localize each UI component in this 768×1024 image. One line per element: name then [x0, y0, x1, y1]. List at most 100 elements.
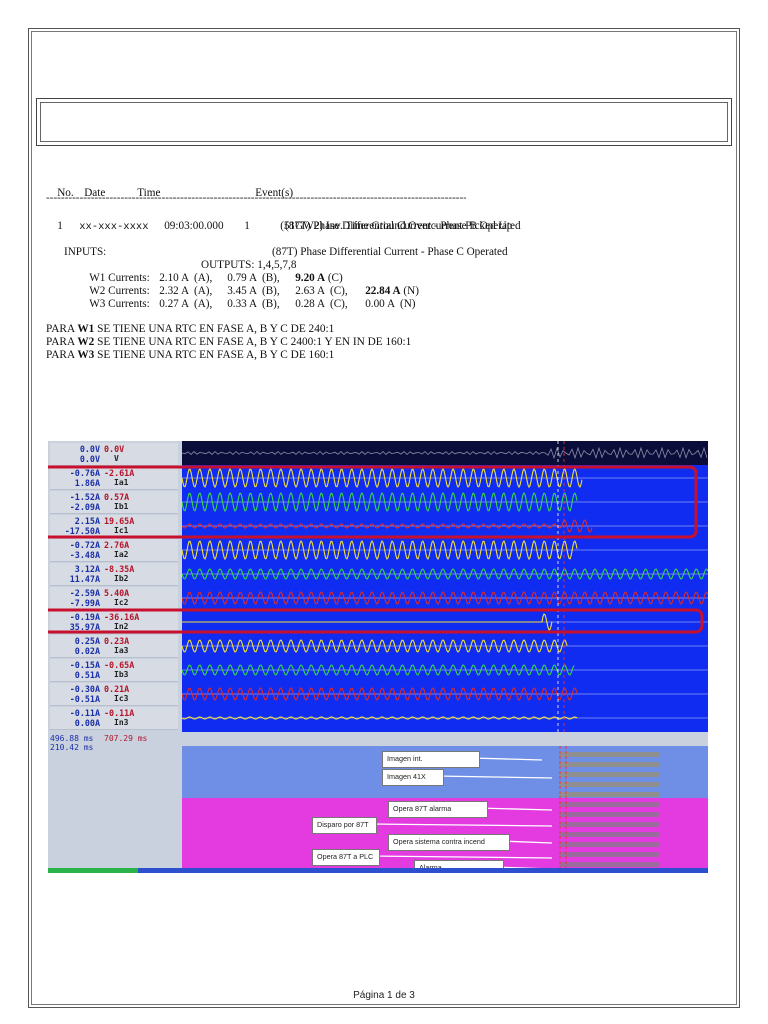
w2-neutral-tag: (N): [400, 285, 419, 297]
channel-value-1: -1.52A: [69, 492, 100, 502]
callout-imagen-int: Imagen int.: [382, 751, 480, 768]
event-number: 1: [57, 220, 63, 232]
channel-value-3: -17.50A: [64, 526, 100, 536]
channel-label: -0.76A -2.61A 1.86A Ia1: [50, 467, 178, 490]
channel-value-1: 3.12A: [74, 564, 100, 574]
channel-label: -0.11A -0.11A 0.00A In3: [50, 707, 178, 730]
channel-value-2: 0.23A: [104, 636, 130, 646]
w1-phase-b: 0.79 A (B),: [227, 272, 280, 284]
callout-disparo-87t: Disparo por 87T: [312, 817, 377, 834]
w3-phase-a: 0.27 A (A),: [159, 298, 213, 310]
event-line-3-row: INPUTS: (87T) Phase Differential Current …: [46, 233, 706, 258]
w1-currents-row: W1 Currents: 2.10 A (A), 0.79 A (B), 9.20 A…: [46, 259, 706, 284]
digital-bit-bar: [560, 812, 660, 817]
cursor-time-2: 707.29 ms: [104, 734, 148, 743]
channel-label: -0.19A -36.16A 35.97A In2: [50, 611, 178, 634]
report-header-row: No. Date Time Event(s): [46, 174, 706, 199]
digital-bit-bar: [560, 862, 660, 867]
digital-bit-bar: [560, 822, 660, 827]
channel-tag: Ia2: [114, 550, 129, 559]
w1-phase-c: 9.20 A: [295, 272, 326, 284]
w2-phase-b: 3.45 A (B),: [227, 285, 280, 297]
w2-phase-c: 2.63 A (C),: [295, 285, 348, 297]
channel-label: -2.59A 5.40A -7.99A Ic2: [50, 587, 178, 610]
channel-value-3: -3.48A: [69, 550, 100, 560]
channel-tag: In3: [114, 718, 129, 727]
w2-phase-a: 2.32 A (A),: [159, 285, 213, 297]
channel-tag: Ia1: [114, 478, 129, 487]
digital-bit-bar: [560, 802, 660, 807]
channel-tag: Ic1: [114, 526, 129, 535]
channel-value-3: 0.51A: [74, 670, 100, 680]
channel-waveform: [182, 613, 553, 631]
channel-value-2: 5.40A: [104, 588, 130, 598]
channel-value-2: -2.61A: [104, 468, 135, 478]
digital-bit-bar: [560, 852, 660, 857]
channel-tag: Ic3: [114, 694, 129, 703]
channel-label: 3.12A -8.35A 11.47A Ib2: [50, 563, 178, 586]
channel-tag: In2: [114, 622, 129, 631]
event-report: No. Date Time Event(s) --------------------…: [46, 174, 706, 310]
channel-tag: Ic2: [114, 598, 129, 607]
callout-arrow: [477, 807, 553, 811]
channel-tag: Ia3: [114, 646, 129, 655]
channel-label: 0.25A 0.23A 0.02A Ia3: [50, 635, 178, 658]
channel-value-3: 0.0V: [79, 454, 100, 464]
channel-value-2: 19.65A: [104, 516, 135, 526]
channel-label: -0.72A 2.76A -3.48A Ia2: [50, 539, 178, 562]
event-index: 1: [244, 220, 250, 232]
title-box-inner: [40, 102, 728, 142]
callout-opera-sistema: Opera sistema contra incend: [388, 834, 510, 851]
channel-value-3: 35.97A: [69, 622, 100, 632]
event-time: 09:03:00.000: [164, 220, 224, 232]
channel-label: -0.30A 0.21A -0.51A Ic3: [50, 683, 178, 706]
w2-neutral: 22.84 A: [365, 285, 401, 297]
channel-value-3: 11.47A: [69, 574, 100, 584]
channel-label: -1.52A 0.57A -2.09A Ib1: [50, 491, 178, 514]
channel-label: 0.0V 0.0V 0.0V V: [50, 443, 178, 466]
channel-value-2: 0.57A: [104, 492, 130, 502]
channel-value-3: -2.09A: [69, 502, 100, 512]
channel-value-1: 2.15A: [74, 516, 100, 526]
oscillography-screenshot: 0.0V 0.0V 0.0V V -0.76A -2.61A 1.86A Ia1 -1.52A 0…: [48, 441, 708, 873]
w1-label: W1 Currents:: [89, 272, 150, 284]
channel-value-2: 0.0V: [104, 444, 125, 454]
w1-phase-a: 2.10 A (A),: [159, 272, 213, 284]
event-row: 1 xx-xxx-xxxx 09:03:00.000 1 (51GW2) Inv. Ti…: [46, 207, 706, 233]
digital-bit-bar: [560, 842, 660, 847]
channel-value-2: -0.65A: [104, 660, 135, 670]
callout-opera-87t-plc: Opera 87T a PLC: [312, 849, 380, 866]
note-w2: PARA W2 SE TIENE UNA RTC EN FASE A, B Y …: [46, 336, 412, 348]
w1-phase-c-tag: (C): [325, 272, 343, 284]
channel-value-1: 0.0V: [79, 444, 100, 454]
channel-value-1: -0.72A: [69, 540, 100, 550]
channel-value-2: -0.11A: [104, 708, 135, 718]
channel-value-2: 0.21A: [104, 684, 130, 694]
channel-value-2: -36.16A: [104, 612, 140, 622]
note-w3: PARA W3 SE TIENE UNA RTC EN FASE A, B Y …: [46, 349, 335, 361]
w3-phase-c: 0.28 A (C),: [295, 298, 348, 310]
channel-value-3: 0.02A: [74, 646, 100, 656]
w3-neutral: 0.00 A: [365, 298, 395, 310]
cursor-times: 496.88 ms 707.29 ms 210.42 ms: [48, 733, 182, 873]
digital-bit-bar: [560, 832, 660, 837]
callout-imagen-41x: Imagen 41X: [382, 769, 444, 786]
channel-value-1: -0.30A: [69, 684, 100, 694]
callout-arrow: [435, 775, 553, 779]
waveform-area: [182, 441, 708, 732]
channel-tag: Ib2: [114, 574, 129, 583]
io-row: OUTPUTS: 1,4,5,7,8: [46, 246, 706, 271]
digital-bit-bar: [560, 792, 660, 797]
w3-label: W3 Currents:: [89, 298, 150, 310]
channel-value-1: -0.11A: [69, 708, 100, 718]
w2-label: W2 Currents:: [89, 285, 150, 297]
callout-opera-87t-alarma: Opera 87T alarma: [388, 801, 488, 818]
callout-arrow: [471, 757, 543, 761]
channel-value-2: 2.76A: [104, 540, 130, 550]
taskbar-strip: [48, 868, 708, 873]
cursor-time-1: 496.88 ms: [50, 734, 94, 743]
callout-arrow: [366, 823, 553, 827]
ct-ratio-notes: PARA W1 SE TIENE UNA RTC EN FASE A, B Y …: [46, 323, 411, 362]
channel-value-3: -0.51A: [69, 694, 100, 704]
cursor-time-delta: 210.42 ms: [50, 743, 94, 752]
